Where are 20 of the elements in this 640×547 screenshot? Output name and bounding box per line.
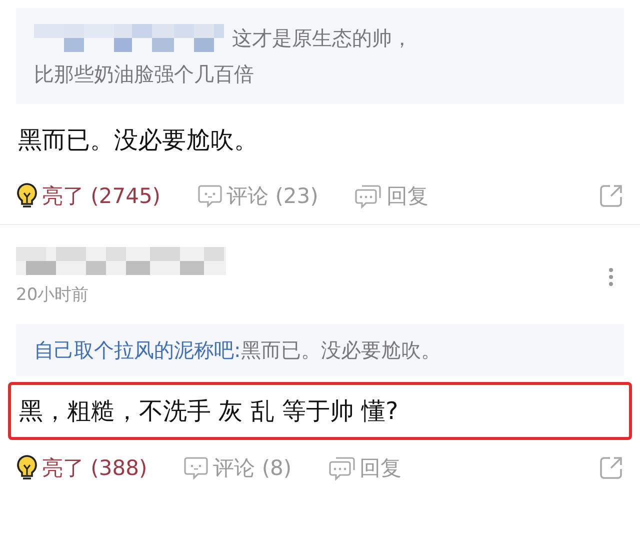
comment-text: 黑而已。没必要尬吹。 [17, 125, 259, 156]
quoted-author-link[interactable]: 自己取个拉风的泥称吧: [34, 332, 241, 368]
chat-bubble-icon [183, 455, 210, 481]
share-icon[interactable] [598, 455, 624, 481]
chat-bubbles-icon [354, 183, 382, 209]
reply-button[interactable]: 回复 [354, 182, 428, 210]
share-icon[interactable] [598, 183, 624, 209]
quoted-text: 这才是原生态的帅， [232, 25, 412, 52]
comment-text: 黑，粗糙，不洗手 灰 乱 等于帅 懂? [8, 382, 632, 440]
chat-bubble-icon [196, 183, 223, 209]
quoted-text: 黑而已。没必要尬吹。 [240, 337, 441, 364]
chat-bubbles-icon [328, 455, 356, 481]
comment-button[interactable]: 评论 (23) [196, 182, 318, 210]
more-icon[interactable] [608, 266, 614, 286]
reply-button[interactable]: 回复 [328, 454, 402, 482]
like-button[interactable]: 亮了 (2745) [16, 182, 161, 210]
comment-time: 20小时前 [16, 284, 90, 306]
quoted-text: 比那些奶油脸强个几百倍 [34, 61, 254, 88]
comment-button[interactable]: 评论 (8) [183, 454, 292, 482]
like-button[interactable]: 亮了 (388) [16, 454, 148, 482]
